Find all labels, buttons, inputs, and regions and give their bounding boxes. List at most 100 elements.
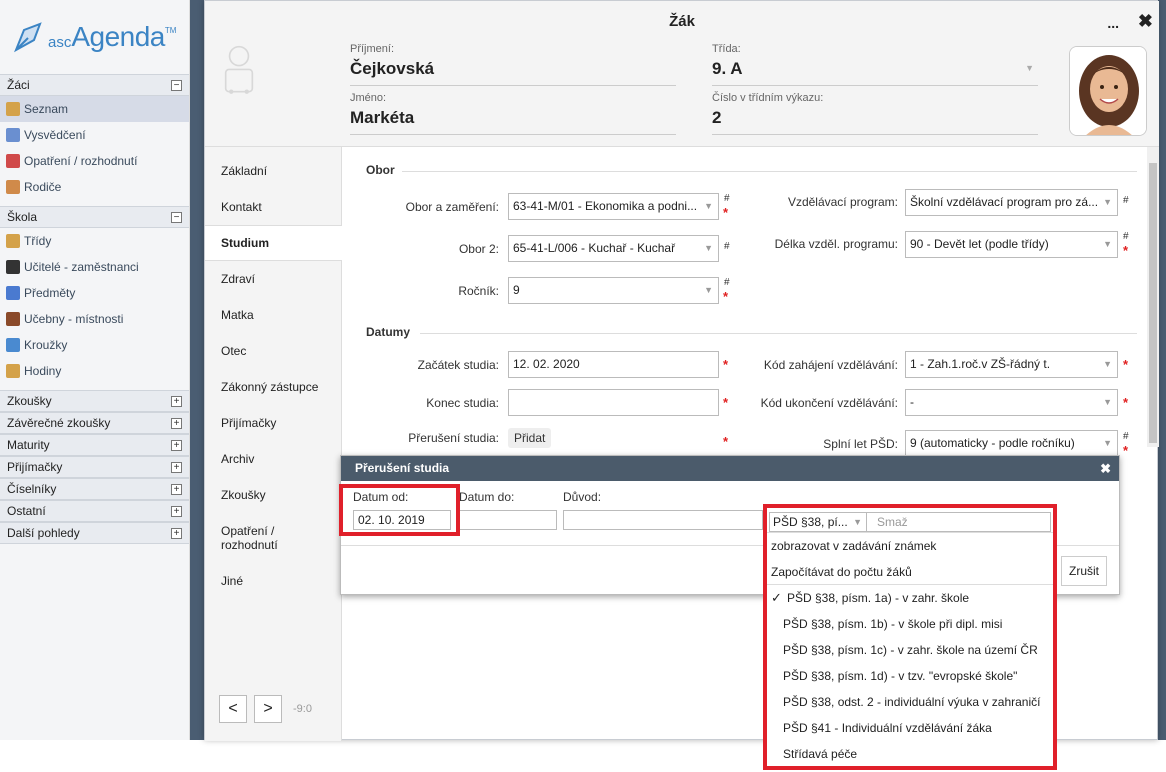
expand-icon[interactable]: + <box>171 395 182 407</box>
scrollbar-thumb[interactable] <box>1149 163 1157 443</box>
sidebar-section[interactable]: Škola − <box>0 206 189 228</box>
name-value[interactable]: Markéta <box>350 108 676 135</box>
tab[interactable]: Přijímačky <box>205 405 341 441</box>
sidebar-section[interactable]: Ostatní + <box>0 500 189 522</box>
expand-icon[interactable]: + <box>171 417 182 429</box>
sidebar-item-label: Rodiče <box>24 180 62 194</box>
hash-icon: # <box>1123 431 1129 442</box>
reason-option[interactable]: Započítávat do počtu žáků <box>767 559 1053 585</box>
sidebar-section[interactable]: Závěrečné zkoušky + <box>0 412 189 434</box>
obor-value: 63-41-M/01 - Ekonomika a podni... <box>513 199 698 213</box>
tab[interactable]: Archiv <box>205 441 341 477</box>
sidebar-item[interactable]: Třídy <box>0 228 189 254</box>
class-value[interactable]: 9. A ▼ <box>712 59 1038 86</box>
delka-select[interactable]: 90 - Devět let (podle třídy) ▼ <box>905 231 1118 258</box>
pencil-logo-icon <box>14 22 42 53</box>
class-number-value[interactable]: 2 <box>712 108 1038 135</box>
sidebar-item[interactable]: Rodiče <box>0 174 189 200</box>
hash-icon: # <box>1123 231 1129 242</box>
highlight-date-from <box>339 484 460 536</box>
tab[interactable]: Zákonný zástupce <box>205 369 341 405</box>
zacatek-input[interactable]: 12. 02. 2020 <box>508 351 719 378</box>
prev-record-button[interactable]: < <box>219 695 247 723</box>
background-overlay-right <box>1158 0 1166 740</box>
expand-icon[interactable]: + <box>171 439 182 451</box>
content-scrollbar[interactable] <box>1147 147 1159 447</box>
kod-zahajeni-select[interactable]: 1 - Zah.1.roč.v ZŠ-řádný t. ▼ <box>905 351 1118 378</box>
psd-select[interactable]: 9 (automaticky - podle ročníku) ▼ <box>905 430 1118 457</box>
tab[interactable]: Jiné <box>205 563 341 599</box>
expand-icon[interactable]: + <box>171 461 182 473</box>
program-value: Školní vzdělávací program pro zá... <box>910 195 1099 209</box>
reason-dropdown-head: PŠD §38, pí... ▼ Smaž <box>769 512 1051 532</box>
more-button[interactable]: ... <box>1107 15 1119 31</box>
sidebar-item[interactable]: Kroužky <box>0 332 189 358</box>
reason-option[interactable]: PŠD §38, odst. 2 - individuální výuka v … <box>767 689 1053 715</box>
close-icon[interactable]: ✖ <box>1100 456 1111 481</box>
reason-option[interactable]: PŠD §38, písm. 1d) - v tzv. "evropské šk… <box>767 663 1053 689</box>
tab[interactable]: Matka <box>205 297 341 333</box>
tab[interactable]: Zdraví <box>205 261 341 297</box>
sidebar-item[interactable]: Učitelé - zaměstnanci <box>0 254 189 280</box>
clear-button[interactable]: Smaž <box>867 512 1051 532</box>
collapse-icon[interactable]: − <box>171 211 182 223</box>
sidebar-section[interactable]: Přijímačky + <box>0 456 189 478</box>
class-field[interactable]: Třída: 9. A ▼ <box>712 43 1038 86</box>
tab[interactable]: Otec <box>205 333 341 369</box>
sidebar-item[interactable]: Učebny - místnosti <box>0 306 189 332</box>
collapse-icon[interactable]: − <box>171 79 182 91</box>
dialog-header: Žák ... ✖ Příjmení: Čejkovská Jméno: Mar… <box>205 1 1159 147</box>
reason-option[interactable]: zobrazovat v zadávání známek <box>767 533 1053 559</box>
program-select[interactable]: Školní vzdělávací program pro zá... ▼ <box>905 189 1118 216</box>
sidebar-section-label: Škola <box>7 210 38 224</box>
sidebar-item[interactable]: Vysvědčení <box>0 122 189 148</box>
rocnik-select[interactable]: 9 ▼ <box>508 277 719 304</box>
rocnik-value: 9 <box>513 283 520 297</box>
close-button[interactable]: ✖ <box>1138 11 1153 32</box>
obor-select[interactable]: 63-41-M/01 - Ekonomika a podni... ▼ <box>508 193 719 220</box>
reason-input[interactable] <box>563 510 763 530</box>
tab[interactable]: Opatření / rozhodnutí <box>205 513 305 563</box>
obor2-select[interactable]: 65-41-L/006 - Kuchař - Kuchař ▼ <box>508 235 719 262</box>
reason-option[interactable]: Střídavá péče <box>767 741 1053 767</box>
tab[interactable]: Kontakt <box>205 189 341 225</box>
teacher-icon <box>6 260 20 274</box>
date-to-input[interactable] <box>459 510 557 530</box>
reason-select[interactable]: PŠD §38, pí... ▼ <box>769 512 867 532</box>
sidebar-item[interactable]: Opatření / rozhodnutí <box>0 148 189 174</box>
reason-option[interactable]: PŠD §38, písm. 1b) - v škole při dipl. m… <box>767 611 1053 637</box>
expand-icon[interactable]: + <box>171 527 182 539</box>
chevron-down-icon: ▼ <box>1103 397 1112 407</box>
kod-zahajeni-label: Kód zahájení vzdělávání: <box>763 358 898 372</box>
sidebar-item[interactable]: Předměty <box>0 280 189 306</box>
sidebar-section[interactable]: Zkoušky + <box>0 390 189 412</box>
sidebar-item[interactable]: Hodiny <box>0 358 189 384</box>
next-record-button[interactable]: > <box>254 695 282 723</box>
sidebar-item-label: Vysvědčení <box>24 128 86 142</box>
sidebar-item-label: Učitelé - zaměstnanci <box>24 260 139 274</box>
tab[interactable]: Zkoušky <box>205 477 341 513</box>
sidebar-item[interactable]: Seznam <box>0 96 189 122</box>
sidebar-section[interactable]: Další pohledy + <box>0 522 189 544</box>
konec-input[interactable] <box>508 389 719 416</box>
expand-icon[interactable]: + <box>171 483 182 495</box>
tab[interactable]: Základní <box>205 153 341 189</box>
kod-ukonceni-select[interactable]: - ▼ <box>905 389 1118 416</box>
subjects-icon <box>6 286 20 300</box>
sidebar-section[interactable]: Maturity + <box>0 434 189 456</box>
expand-icon[interactable]: + <box>171 505 182 517</box>
chevron-down-icon: ▼ <box>1103 239 1112 249</box>
tab[interactable]: Studium <box>205 225 342 261</box>
add-interruption-button[interactable]: Přidat <box>508 428 552 448</box>
avatar-placeholder-icon <box>224 45 254 94</box>
sidebar-section[interactable]: Žáci − <box>0 74 189 96</box>
reason-option[interactable]: PŠD §38, písm. 1c) - v zahr. škole na úz… <box>767 637 1053 663</box>
class-icon <box>6 234 20 248</box>
cancel-button[interactable]: Zrušit <box>1061 556 1107 586</box>
parents-icon <box>6 180 20 194</box>
reason-option[interactable]: PŠD §41 - Individuální vzdělávání žáka <box>767 715 1053 741</box>
sidebar-section[interactable]: Číselníky + <box>0 478 189 500</box>
reason-option[interactable]: PŠD §38, písm. 1a) - v zahr. škole <box>767 585 1053 611</box>
psd-value: 9 (automaticky - podle ročníku) <box>910 436 1075 450</box>
surname-value[interactable]: Čejkovská <box>350 59 676 86</box>
